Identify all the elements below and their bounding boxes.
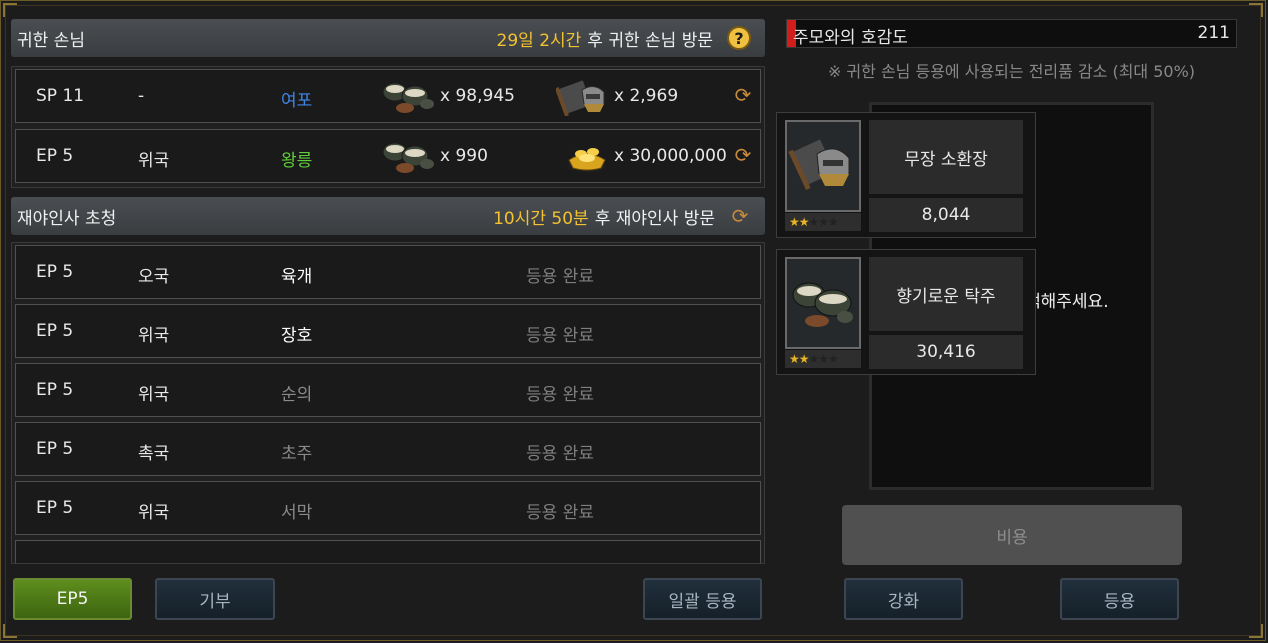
refresh-icon[interactable]: ⟳ [732,143,754,167]
item-count: 30,416 [869,335,1023,369]
row-nation: 오국 [138,267,170,287]
vip-guest-timer: 29일 2시간 [496,30,582,51]
scroll-helmet-icon [556,80,605,116]
ep5-tab-button[interactable]: EP5 [13,578,132,620]
recruit-row-partial[interactable] [15,540,761,563]
recruit-timer: 10시간 50분 [493,208,589,229]
row-general-name: 순의 [281,385,313,405]
row-status: 등용 완료 [526,503,594,523]
row-nation: 위국 [138,326,170,346]
row-episode: EP 5 [36,439,74,459]
vip-guest-header: 귀한 손님 29일 2시간 후 귀한 손님 방문 ? [11,19,765,57]
star-rating: ★★★★★ [785,350,861,368]
affinity-label: 주모와의 호감도 [793,28,908,48]
item2-quantity: x 30,000,000 [614,146,727,166]
item-name: 향기로운 탁주 [869,257,1023,331]
refresh-icon[interactable]: ⟳ [732,83,754,107]
recruit-list: EP 5 오국 육개 등용 완료 EP 5 위국 장호 등용 완료 EP 5 위… [11,242,765,564]
bulk-recruit-button[interactable]: 일괄 등용 [643,578,762,620]
recruit-header: 재야인사 초청 10시간 50분 후 재야인사 방문 ⟳ [11,197,765,235]
affinity-note: ※ 귀한 손님 등용에 사용되는 전리품 감소 (최대 50%) [827,62,1196,81]
row-general-name: 장호 [281,326,313,346]
recruit-title: 재야인사 초청 [17,208,117,229]
frame-corner [3,624,17,638]
donate-button[interactable]: 기부 [155,578,275,620]
vip-guest-suffix: 후 귀한 손님 방문 [587,30,713,51]
vip-guest-list: SP 11 - 여포 x 98,945 x 2,969 ⟳ EP 5 위국 왕릉 [11,66,765,188]
item2-quantity: x 2,969 [614,86,679,106]
recruit-row[interactable]: EP 5 위국 순의 등용 완료 [15,363,761,417]
item1-quantity: x 98,945 [440,86,515,106]
affinity-value: 211 [1197,23,1230,43]
vip-guest-row[interactable]: EP 5 위국 왕릉 x 990 x 30,000,000 ⟳ [15,129,761,183]
recruit-row[interactable]: EP 5 위국 장호 등용 완료 [15,304,761,358]
gold-ingot-icon [567,148,607,173]
row-general-name: 서막 [281,503,313,523]
row-episode: SP 11 [36,86,85,106]
recruit-suffix: 후 재야인사 방문 [594,208,715,229]
vip-guest-row[interactable]: SP 11 - 여포 x 98,945 x 2,969 ⟳ [15,69,761,123]
recruit-button[interactable]: 등용 [1060,578,1179,620]
row-general-name: 여포 [281,91,313,111]
row-episode: EP 5 [36,321,74,341]
row-nation: - [138,86,145,106]
cost-button[interactable]: 비용 [842,505,1182,565]
scroll-helmet-icon [785,120,861,212]
vip-guest-title: 귀한 손님 [17,30,85,51]
refresh-icon[interactable]: ⟳ [729,204,751,228]
recruit-row[interactable]: EP 5 오국 육개 등용 완료 [15,245,761,299]
recruit-row[interactable]: EP 5 위국 서막 등용 완료 [15,481,761,535]
row-episode: EP 5 [36,380,74,400]
help-icon[interactable]: ? [727,26,751,50]
row-nation: 촉국 [138,444,170,464]
row-status: 등용 완료 [526,385,594,405]
frame-corner [1249,624,1263,638]
row-nation: 위국 [138,385,170,405]
row-general-name: 왕릉 [281,151,313,171]
enhance-button[interactable]: 강화 [844,578,963,620]
item-card[interactable]: ★★★★★ 향기로운 탁주 30,416 [776,249,1036,375]
row-status: 등용 완료 [526,444,594,464]
item-card[interactable]: ★★★★★ 무장 소환장 8,044 [776,112,1036,238]
row-episode: EP 5 [36,498,74,518]
recruit-row[interactable]: EP 5 촉국 초주 등용 완료 [15,422,761,476]
wine-bowls-icon [382,142,434,173]
row-status: 등용 완료 [526,267,594,287]
item1-quantity: x 990 [440,146,488,166]
row-episode: EP 5 [36,262,74,282]
wine-bowls-icon [785,257,861,349]
row-general-name: 육개 [281,267,313,287]
wine-bowls-icon [382,82,434,113]
row-nation: 위국 [138,503,170,523]
row-nation: 위국 [138,151,170,171]
frame-corner [1249,3,1263,17]
affinity-bar: 주모와의 호감도 211 [786,19,1237,48]
star-rating: ★★★★★ [785,213,861,231]
frame-corner [3,3,17,17]
item-count: 8,044 [869,198,1023,232]
row-general-name: 초주 [281,444,313,464]
row-episode: EP 5 [36,146,74,166]
selection-hint: 택해주세요. [1025,292,1109,312]
row-status: 등용 완료 [526,326,594,346]
item-name: 무장 소환장 [869,120,1023,194]
